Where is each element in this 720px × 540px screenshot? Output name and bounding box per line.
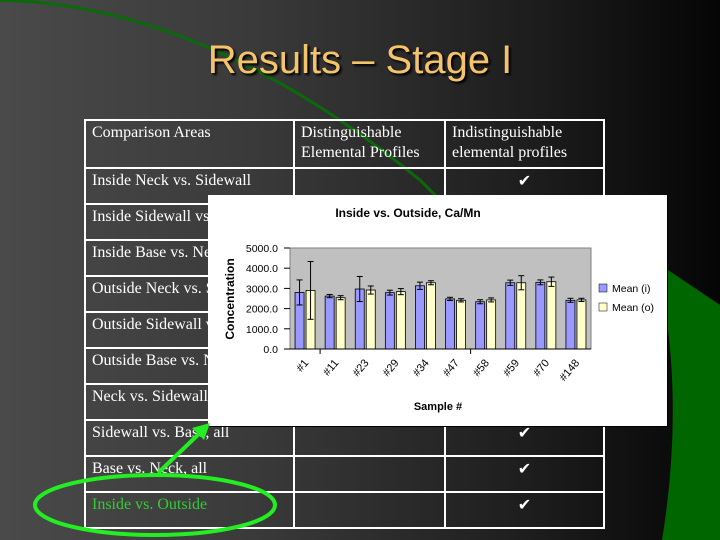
header-comparison-areas: Comparison Areas	[84, 119, 295, 169]
bar-mean-o	[516, 282, 527, 350]
bar-mean-o	[576, 299, 587, 350]
x-tick-label: #29	[381, 357, 402, 379]
header-line: Elemental Profiles	[301, 144, 420, 161]
bar-mean-i	[445, 298, 455, 350]
x-tick-label: #59	[501, 357, 522, 379]
x-tick-label: #11	[321, 357, 341, 378]
y-tick-label: 1000.0	[246, 324, 278, 336]
header-line: Distinguishable	[301, 124, 402, 141]
chart-panel: Inside vs. Outside, Ca/Mn Concentration …	[208, 195, 668, 427]
legend-swatch-i	[598, 283, 608, 293]
bar-mean-i	[324, 295, 335, 350]
bar-mean-o	[395, 291, 406, 350]
y-tick-label: 0.0	[263, 344, 278, 356]
background-green-shape	[662, 270, 720, 540]
bar-mean-i	[384, 292, 395, 350]
slide-title: Results – Stage I	[207, 38, 513, 82]
legend-label-i: Mean (i)	[612, 283, 651, 295]
bar-mean-o	[365, 289, 376, 350]
y-tick-label: 4000.0	[246, 263, 278, 275]
x-tick-label: #34	[411, 357, 432, 379]
table-row-highlighted: Inside vs. Outside ✔	[84, 491, 605, 529]
bar-mean-o	[456, 299, 466, 350]
bar-mean-o	[335, 297, 346, 350]
x-axis-label: Sample #	[414, 401, 462, 413]
y-tick-label: 5000.0	[246, 243, 278, 255]
x-tick-label: #23	[351, 357, 372, 379]
plot-area	[289, 247, 592, 350]
legend-swatch-o	[598, 302, 608, 312]
bar-mean-i	[565, 299, 576, 350]
header-distinguishable: Distinguishable Elemental Profiles	[293, 119, 446, 169]
legend-label-o: Mean (o)	[612, 302, 654, 314]
y-tick-label: 3000.0	[246, 283, 278, 295]
bar-mean-i	[415, 285, 425, 350]
table-header-row: Comparison Areas Distinguishable Elementa…	[84, 119, 605, 169]
y-ticks: 0.0 1000.0 2000.0 3000.0 4000.0 5000.0	[246, 243, 290, 356]
header-indistinguishable: Indistinguishable elemental profiles	[444, 119, 605, 169]
y-axis-label: Concentration	[223, 258, 237, 339]
x-ticks: #1 #11 #23 #29 #34 #47 #58 #59 #70 #148	[294, 349, 582, 384]
bar-mean-o	[546, 281, 557, 350]
y-tick-label: 2000.0	[246, 304, 278, 316]
chart-title: Inside vs. Outside, Ca/Mn	[335, 206, 480, 220]
bar-mean-i	[475, 301, 486, 350]
x-tick-label: #58	[471, 357, 492, 379]
x-tick-label: #1	[294, 357, 311, 374]
x-tick-label: #148	[557, 357, 582, 383]
bar-mean-i	[535, 281, 546, 350]
row-distinguishable	[293, 491, 446, 529]
table-row: Base vs. Neck, all ✔	[84, 455, 605, 493]
check-icon: ✔	[444, 455, 605, 493]
x-tick-label: #70	[531, 357, 552, 379]
header-line: elemental profiles	[452, 144, 568, 161]
row-area-highlighted: Inside vs. Outside	[84, 491, 295, 529]
row-area: Base vs. Neck, all	[84, 455, 295, 493]
legend: Mean (i) Mean (o)	[598, 283, 654, 314]
x-tick-label: #47	[441, 357, 462, 379]
bar-mean-o	[486, 299, 497, 350]
bar-chart: Inside vs. Outside, Ca/Mn Concentration …	[223, 206, 654, 413]
check-icon: ✔	[444, 491, 605, 529]
bar-mean-o	[426, 282, 436, 350]
bar-mean-i	[505, 282, 516, 350]
row-distinguishable	[293, 455, 446, 493]
header-line: Indistinguishable	[452, 124, 563, 141]
